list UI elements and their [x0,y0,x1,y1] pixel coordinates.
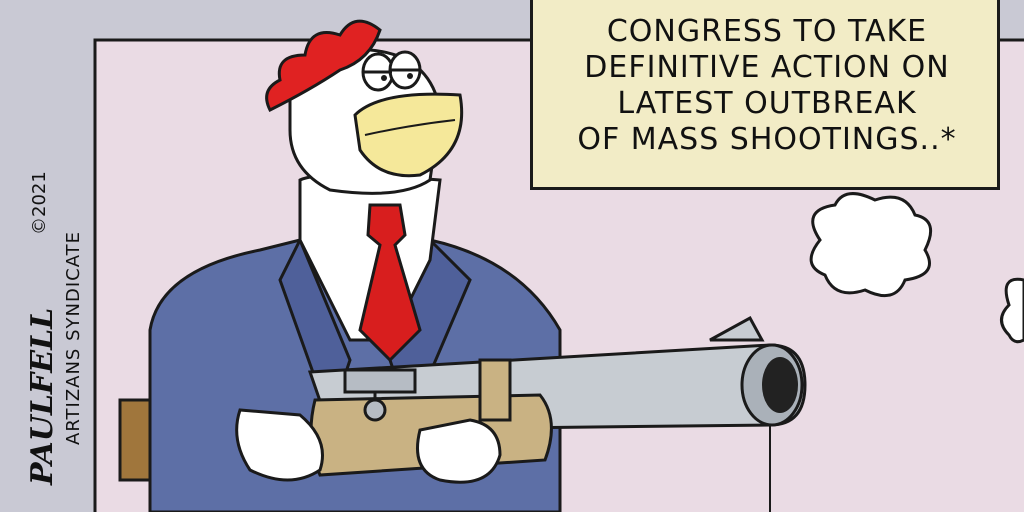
caption-text: CONGRESS TO TAKE DEFINITIVE ACTION ON LA… [557,14,977,158]
caption-box: CONGRESS TO TAKE DEFINITIVE ACTION ON LA… [530,0,1000,190]
copyright-year: ©2021 [29,171,50,235]
gun-bolt [343,368,417,394]
artist-signature: PAULFELL ©2021 ARTIZANS SYNDICATE [25,65,95,485]
smoke-puff-edge [1000,277,1024,344]
right-hand [416,418,502,484]
muzzle [762,357,798,413]
artist-name: PAULFELL [25,307,60,485]
caption-line: LATEST OUTBREAK [617,86,917,121]
caption-line: OF MASS SHOOTINGS..* [577,122,957,157]
syndicate-name: ARTIZANS SYNDICATE [63,231,84,445]
caption-line: DEFINITIVE ACTION ON [584,50,950,85]
cartoon-panel: CONGRESS TO TAKE DEFINITIVE ACTION ON LA… [0,0,1024,512]
caption-line: CONGRESS TO TAKE [606,14,928,49]
